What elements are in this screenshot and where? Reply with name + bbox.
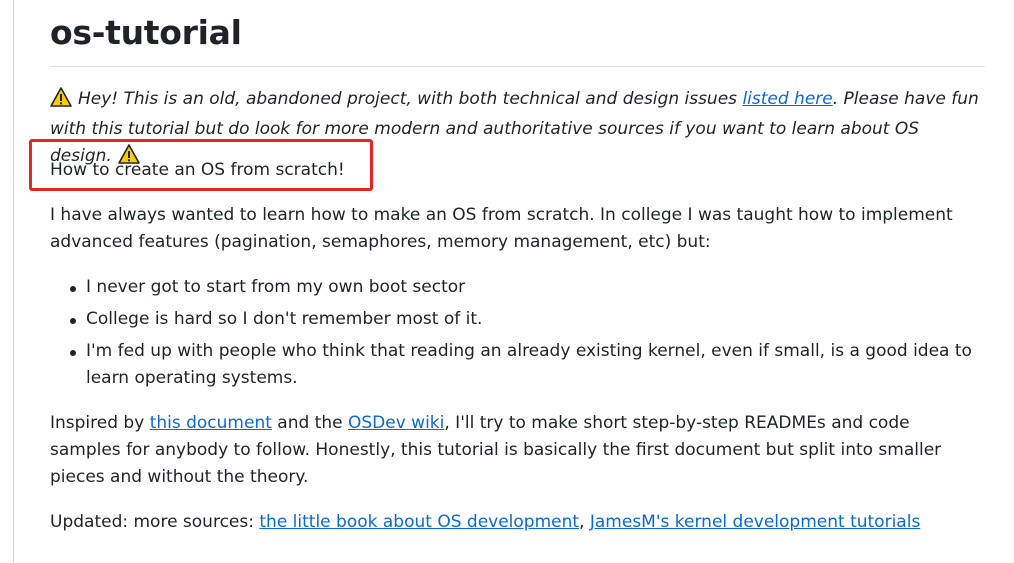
- intro-paragraph: I have always wanted to learn how to mak…: [50, 205, 953, 252]
- osdev-wiki-link[interactable]: OSDev wiki: [348, 413, 444, 433]
- this-document-link[interactable]: this document: [150, 413, 272, 433]
- warning-icon: [50, 87, 72, 116]
- list-item: College is hard so I don't remember most…: [70, 306, 985, 333]
- inspired-prefix: Inspired by: [50, 413, 150, 433]
- inspired-paragraph: Inspired by this document and the OSDev …: [50, 410, 985, 491]
- list-item: I never got to start from my own boot se…: [70, 274, 985, 301]
- jamesm-tutorials-link[interactable]: JamesM's kernel development tutorials: [590, 512, 920, 532]
- page-title: os-tutorial: [50, 13, 242, 52]
- list-item: I'm fed up with people who think that re…: [70, 338, 985, 392]
- reasons-list: I never got to start from my own boot se…: [50, 274, 985, 397]
- warning-text-start: Hey! This is an old, abandoned project, …: [78, 89, 743, 109]
- title-divider: [50, 66, 985, 67]
- listed-here-link[interactable]: listed here: [742, 89, 832, 109]
- updated-separator: ,: [579, 512, 590, 532]
- little-book-link[interactable]: the little book about OS development: [259, 512, 579, 532]
- updated-prefix: Updated: more sources:: [50, 512, 260, 532]
- updated-paragraph: Updated: more sources: the little book a…: [50, 509, 985, 536]
- inspired-middle: and the: [271, 413, 348, 433]
- highlight-annotation-box: [29, 139, 373, 191]
- readme-content: os-tutorial Hey! This is an old, abandon…: [50, 0, 985, 532]
- left-border: [13, 0, 14, 563]
